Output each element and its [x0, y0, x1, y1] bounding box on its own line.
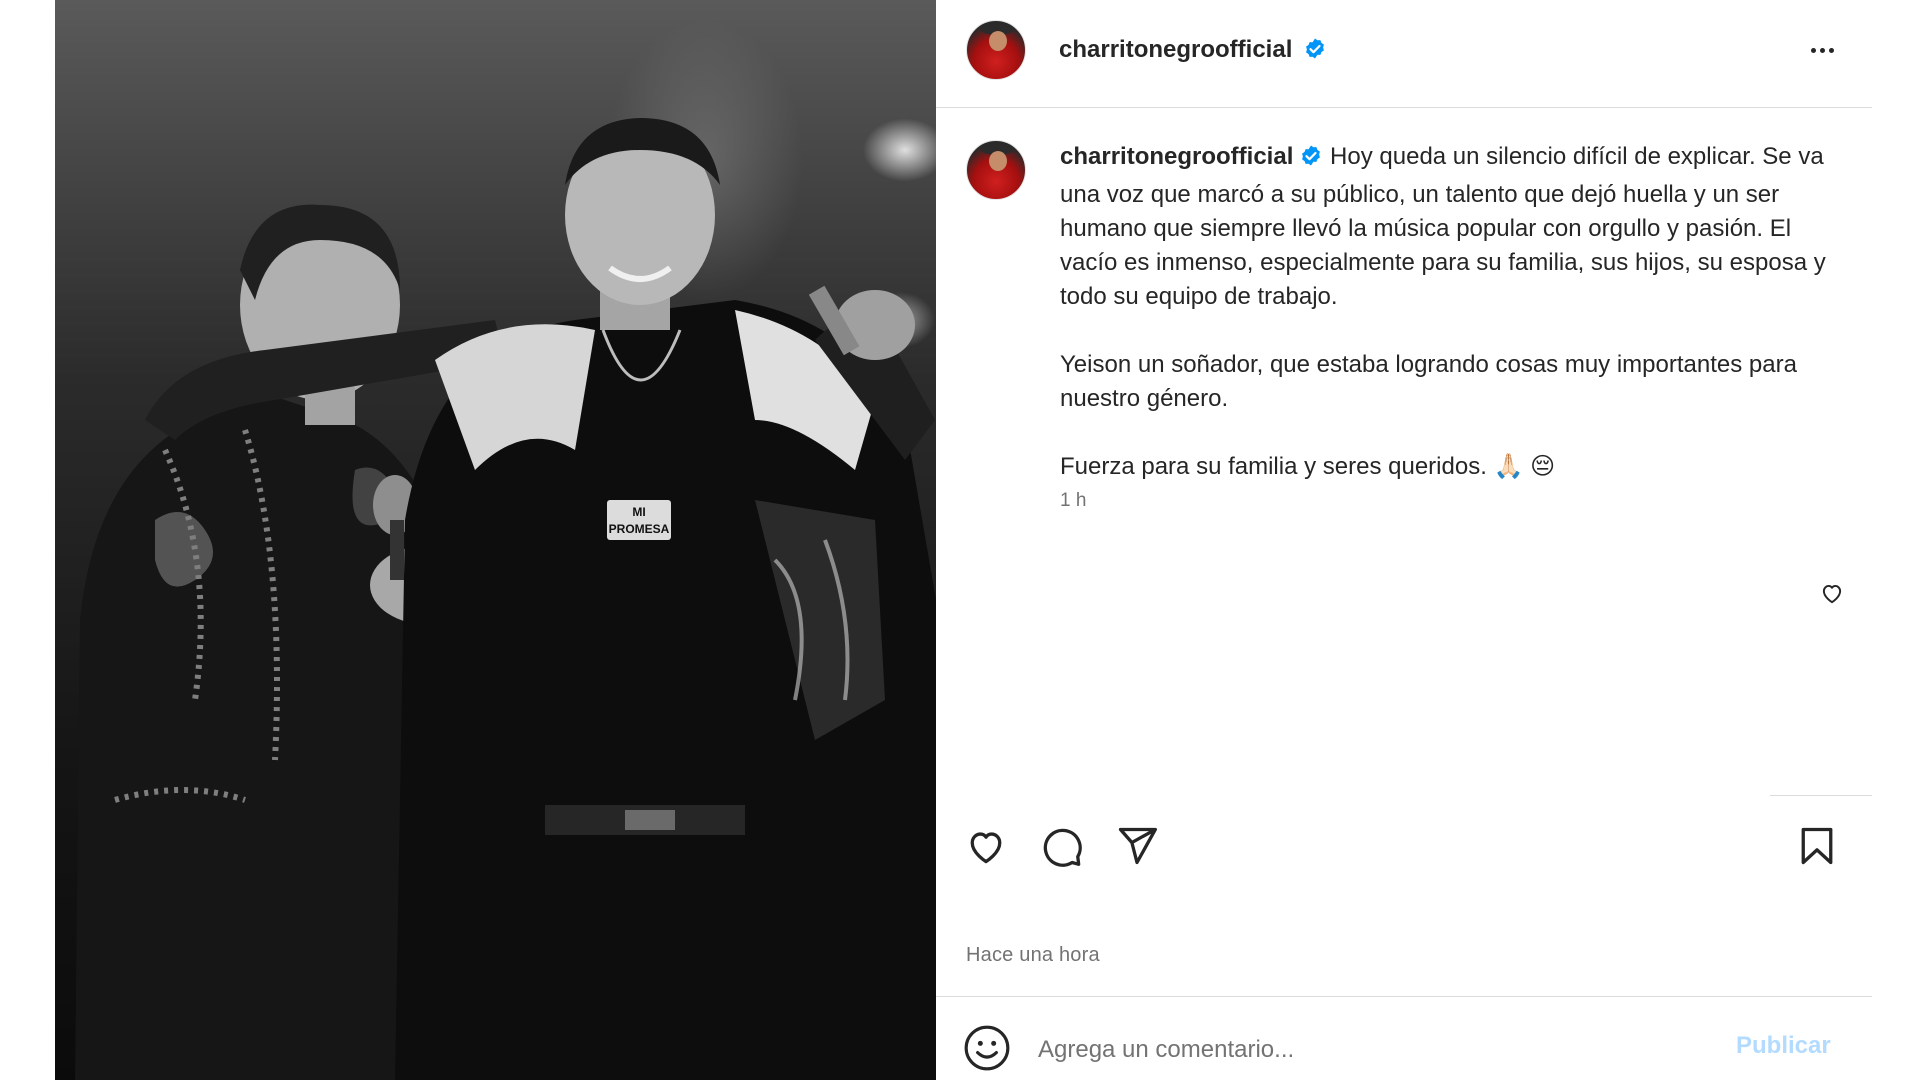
verified-badge-icon: [1303, 37, 1327, 66]
header-divider: [936, 107, 1872, 108]
share-icon[interactable]: [1113, 822, 1161, 870]
caption-like-heart-icon[interactable]: [1819, 580, 1845, 606]
heart-icon[interactable]: [962, 822, 1010, 870]
actions-top-divider: [1770, 795, 1872, 796]
post-timestamp[interactable]: Hace una hora: [966, 944, 1100, 967]
more-options-icon[interactable]: [1802, 36, 1842, 64]
author-username[interactable]: charritonegroofficial: [1059, 36, 1292, 63]
caption-age[interactable]: 1 h: [1060, 490, 1086, 512]
post-caption: charritonegroofficial Hoy queda un silen…: [1060, 140, 1830, 484]
publish-button[interactable]: Publicar: [1736, 1032, 1831, 1060]
post-details-panel: charritonegroofficial charritonegrooffic…: [936, 0, 1872, 1080]
caption-paragraph-2: Yeison un soñador, que estaba logrando c…: [1060, 351, 1797, 412]
caption-paragraph-3: Fuerza para su familia y seres queridos.: [1060, 453, 1487, 480]
emoji-icon[interactable]: [962, 1023, 1012, 1073]
author-avatar[interactable]: [966, 20, 1026, 80]
verified-badge-icon: [1299, 144, 1323, 178]
necklace-text-bottom: PROMESA: [609, 522, 670, 536]
younger-singer-figure: MI PROMESA: [395, 118, 936, 1080]
comment-icon[interactable]: [1038, 822, 1086, 870]
comment-input[interactable]: [1038, 1030, 1678, 1070]
comment-divider: [936, 996, 1872, 997]
necklace-text-top: MI: [632, 505, 645, 519]
bookmark-icon[interactable]: [1793, 822, 1841, 870]
author-header: charritonegroofficial: [1059, 36, 1327, 66]
caption-username[interactable]: charritonegroofficial: [1060, 143, 1293, 170]
caption-avatar[interactable]: [966, 140, 1026, 200]
caption-emojis: 🙏🏻 😔: [1493, 453, 1556, 480]
post-photo[interactable]: MI PROMESA: [55, 0, 936, 1080]
post-photo-illustration: MI PROMESA: [75, 118, 936, 1080]
